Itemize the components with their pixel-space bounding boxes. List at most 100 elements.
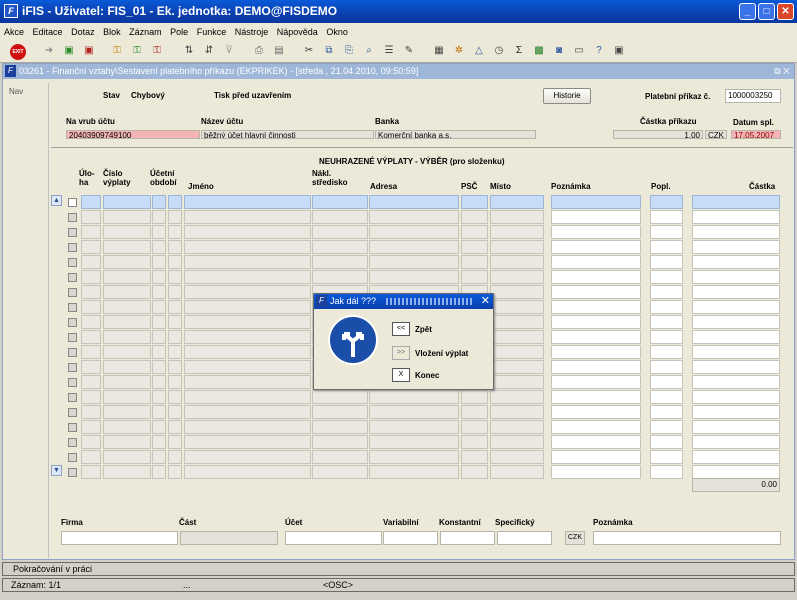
grid-cell[interactable]	[650, 315, 683, 329]
grid-cell[interactable]	[650, 345, 683, 359]
grid-cell[interactable]	[103, 195, 151, 209]
grid-cell[interactable]	[490, 390, 544, 404]
row-checkbox[interactable]	[68, 198, 77, 207]
grid-cell[interactable]	[103, 270, 151, 284]
query-execute-icon[interactable]: ⚿	[130, 44, 144, 58]
query-cancel-icon[interactable]: ⚿	[150, 44, 164, 58]
grid-cell[interactable]	[103, 375, 151, 389]
grid-cell[interactable]	[650, 270, 683, 284]
grid-cell[interactable]	[490, 210, 544, 224]
grid-cell[interactable]	[692, 285, 780, 299]
row-checkbox[interactable]	[68, 363, 77, 372]
grid-cell[interactable]	[152, 210, 166, 224]
grid-cell[interactable]	[490, 420, 544, 434]
row-checkbox[interactable]	[68, 438, 77, 447]
grid-cell[interactable]	[168, 330, 182, 344]
grid-cell[interactable]	[551, 300, 641, 314]
grid-cell[interactable]	[81, 225, 101, 239]
sort-desc-icon[interactable]: ⇵	[202, 44, 216, 58]
grid-cell[interactable]	[168, 210, 182, 224]
grid-cell[interactable]	[461, 270, 488, 284]
menu-blok[interactable]: Blok	[103, 27, 121, 37]
grid-cell[interactable]	[168, 450, 182, 464]
minimize-button[interactable]: _	[739, 3, 756, 20]
grid-cell[interactable]	[168, 360, 182, 374]
row-checkbox[interactable]	[68, 228, 77, 237]
grid-cell[interactable]	[168, 345, 182, 359]
grid-cell[interactable]	[81, 390, 101, 404]
cast-field[interactable]	[180, 531, 278, 545]
grid-cell[interactable]	[692, 345, 780, 359]
grid-cell[interactable]	[551, 405, 641, 419]
grid-cell[interactable]	[184, 435, 311, 449]
grid-cell[interactable]	[184, 330, 311, 344]
grid-cell[interactable]	[692, 315, 780, 329]
grid-cell[interactable]	[103, 255, 151, 269]
grid-cell[interactable]	[168, 375, 182, 389]
grid-cell[interactable]	[168, 405, 182, 419]
grid-cell[interactable]	[692, 330, 780, 344]
back-button[interactable]: <<	[392, 322, 410, 336]
grid-cell[interactable]	[692, 240, 780, 254]
grid-cell[interactable]	[551, 465, 641, 479]
menu-akce[interactable]: Akce	[4, 27, 24, 37]
row-checkbox[interactable]	[68, 243, 77, 252]
prikaz-field[interactable]: 1000003250	[725, 89, 781, 103]
grid-cell[interactable]	[312, 405, 368, 419]
row-checkbox[interactable]	[68, 348, 77, 357]
grid-cell[interactable]	[490, 285, 544, 299]
grid-cell[interactable]	[103, 465, 151, 479]
grid-cell[interactable]	[168, 225, 182, 239]
grid-cell[interactable]	[184, 225, 311, 239]
grid-cell[interactable]	[312, 195, 368, 209]
grid-cell[interactable]	[103, 315, 151, 329]
grid-cell[interactable]	[312, 255, 368, 269]
grid-cell[interactable]	[312, 390, 368, 404]
grid-cell[interactable]	[650, 240, 683, 254]
grid-cell[interactable]	[184, 315, 311, 329]
grid-cell[interactable]	[551, 225, 641, 239]
nazev-field[interactable]: běžný účet hlavní činnosti	[201, 130, 374, 139]
grid-cell[interactable]	[168, 240, 182, 254]
grid-cell[interactable]	[490, 405, 544, 419]
grid-cell[interactable]	[461, 420, 488, 434]
grid-cell[interactable]	[312, 270, 368, 284]
print-preview-icon[interactable]: ▤	[272, 44, 286, 58]
menu-pole[interactable]: Pole	[170, 27, 188, 37]
grid-cell[interactable]	[81, 465, 101, 479]
print-icon[interactable]: ⎙	[252, 44, 266, 58]
grid-cell[interactable]	[369, 450, 459, 464]
grid-cell[interactable]	[490, 195, 544, 209]
grid-cell[interactable]	[81, 360, 101, 374]
grid-cell[interactable]	[369, 390, 459, 404]
grid-cell[interactable]	[551, 390, 641, 404]
grid-cell[interactable]	[650, 195, 683, 209]
grid-cell[interactable]	[81, 255, 101, 269]
grid-cell[interactable]	[461, 210, 488, 224]
grid-cell[interactable]	[81, 345, 101, 359]
menu-napoveda[interactable]: Nápověda	[277, 27, 318, 37]
grid-cell[interactable]	[461, 240, 488, 254]
grid-cell[interactable]	[551, 255, 641, 269]
grid-cell[interactable]	[184, 375, 311, 389]
help-icon[interactable]: ?	[592, 44, 606, 58]
grid-cell[interactable]	[490, 450, 544, 464]
grid-cell[interactable]	[551, 210, 641, 224]
grid-cell[interactable]	[103, 330, 151, 344]
grid-cell[interactable]	[168, 315, 182, 329]
delete-record-icon[interactable]: ▣	[82, 44, 96, 58]
grid-cell[interactable]	[152, 240, 166, 254]
grid-cell[interactable]	[650, 435, 683, 449]
grid-cell[interactable]	[81, 330, 101, 344]
grid-cell[interactable]	[81, 240, 101, 254]
end-button[interactable]: X	[392, 368, 410, 382]
grid-cell[interactable]	[103, 285, 151, 299]
forward-icon[interactable]: ➜	[42, 44, 56, 58]
grid-cell[interactable]	[152, 390, 166, 404]
grid-cell[interactable]	[103, 405, 151, 419]
row-checkbox[interactable]	[68, 468, 77, 477]
grid-cell[interactable]	[184, 405, 311, 419]
grid-cell[interactable]	[81, 285, 101, 299]
grid-cell[interactable]	[650, 450, 683, 464]
settings-icon[interactable]: ✲	[452, 44, 466, 58]
